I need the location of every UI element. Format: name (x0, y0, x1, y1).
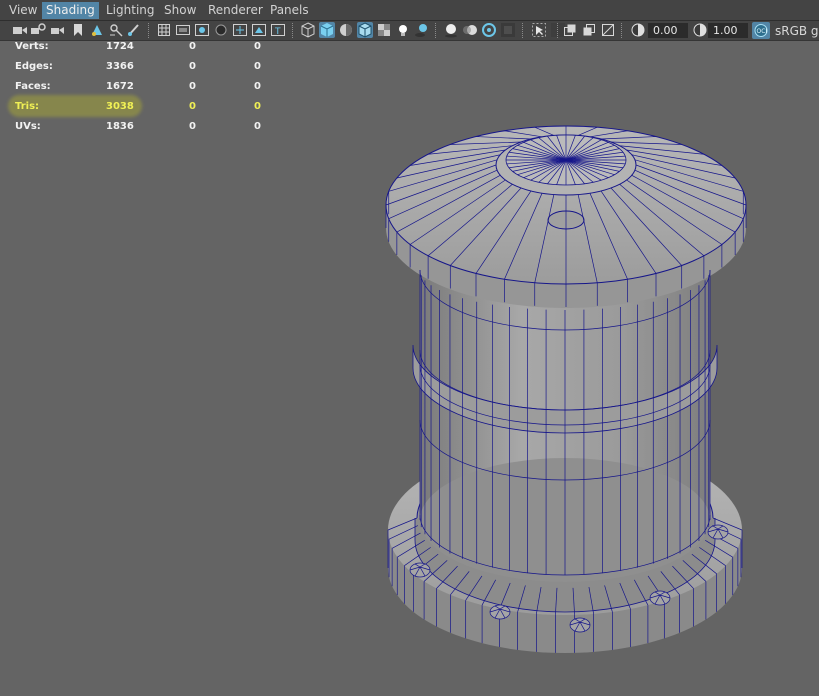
image-plane-icon[interactable] (108, 22, 124, 38)
hud-value: 1672 (106, 81, 134, 92)
hud-label: Verts: (15, 41, 49, 52)
field-chart-icon[interactable] (232, 22, 248, 38)
toolbar-separator (292, 23, 295, 38)
wireframe-on-shaded-icon[interactable] (357, 22, 373, 38)
poly-count-hud: Verts: 1724 0 0 Edges: 3366 0 0 Faces: 1… (0, 40, 300, 140)
hud-label: UVs: (15, 121, 41, 132)
hud-row-edges: Edges: 3366 0 0 (0, 61, 300, 77)
isolate-select-icon[interactable] (531, 22, 547, 38)
toolbar-separator (435, 23, 438, 38)
color-management-icon[interactable]: OCI (752, 22, 770, 39)
smooth-shade-icon[interactable] (319, 22, 335, 38)
hud-triangulated-value: 0 (254, 41, 261, 52)
hud-value: 1724 (106, 41, 134, 52)
hud-triangulated-value: 0 (254, 81, 261, 92)
hud-row-tris: Tris: 3038 0 0 (0, 101, 300, 117)
wireframe-icon[interactable] (300, 22, 316, 38)
use-all-lights-icon[interactable] (395, 22, 411, 38)
menu-lighting[interactable]: Lighting (102, 2, 159, 19)
hud-value: 3366 (106, 61, 134, 72)
hud-selected-value: 0 (189, 121, 196, 132)
backface-culling-icon[interactable] (600, 22, 616, 38)
menu-view[interactable]: View (5, 2, 41, 19)
textured-icon[interactable] (376, 22, 392, 38)
gamma-input[interactable]: 1.00 (708, 23, 748, 38)
image-plane-icon[interactable] (89, 22, 105, 38)
menu-shading[interactable]: Shading (42, 2, 99, 19)
hud-label: Faces: (15, 81, 51, 92)
hud-row-verts: Verts: 1724 0 0 (0, 41, 300, 57)
resolution-gate-icon[interactable] (194, 22, 210, 38)
safe-action-icon[interactable] (251, 22, 267, 38)
cylinder-mesh-wireframe[interactable] (380, 120, 760, 680)
hud-value: 1836 (106, 121, 134, 132)
image-plane-icon[interactable] (126, 22, 142, 38)
toolbar-separator (522, 23, 525, 38)
gamma-icon[interactable] (692, 22, 708, 38)
exposure-icon[interactable] (630, 22, 646, 38)
menu-show[interactable]: Show (160, 2, 200, 19)
hud-triangulated-value: 0 (254, 61, 261, 72)
hud-selected-value: 0 (189, 81, 196, 92)
menu-renderer[interactable]: Renderer (204, 2, 267, 19)
hud-label: Edges: (15, 61, 53, 72)
exposure-input[interactable]: 0.00 (648, 23, 688, 38)
svg-text:OCI: OCI (757, 28, 768, 35)
hud-row-faces: Faces: 1672 0 0 (0, 81, 300, 97)
camera-attributes-icon[interactable] (30, 22, 46, 38)
viewport-toolbar: T 0.00 1.00 OCI sRGB g (0, 21, 819, 41)
camera-select-icon[interactable] (12, 22, 28, 38)
safe-title-icon[interactable]: T (270, 22, 286, 38)
hud-selected-value: 0 (189, 101, 196, 112)
menu-panels[interactable]: Panels (266, 2, 313, 19)
colorspace-label[interactable]: sRGB ga (775, 23, 819, 39)
hud-value: 3038 (106, 101, 134, 112)
hud-triangulated-value: 0 (254, 101, 261, 112)
svg-text:T: T (274, 27, 281, 37)
bookmark-icon[interactable] (70, 22, 86, 38)
hud-label: Tris: (15, 101, 40, 112)
grid-icon[interactable] (156, 22, 172, 38)
gate-mask-icon[interactable] (213, 22, 229, 38)
default-material-icon[interactable] (338, 22, 354, 38)
multisample-aa-icon[interactable] (481, 22, 497, 38)
screen-space-ao-icon[interactable] (443, 22, 459, 38)
film-gate-icon[interactable] (175, 22, 191, 38)
hud-selected-value: 0 (189, 41, 196, 52)
motion-blur-icon[interactable] (462, 22, 478, 38)
xray-active-icon[interactable] (581, 22, 597, 38)
camera-attributes-icon[interactable] (50, 22, 66, 38)
shadows-icon[interactable] (414, 22, 430, 38)
hud-selected-value: 0 (189, 61, 196, 72)
xray-joints-icon[interactable] (562, 22, 578, 38)
viewport-menu-bar: View Shading Lighting Show Renderer Pane… (0, 0, 819, 21)
toolbar-separator (148, 23, 151, 38)
hud-row-uvs: UVs: 1836 0 0 (0, 121, 300, 137)
toolbar-separator (557, 23, 560, 38)
depth-of-field-icon[interactable] (500, 22, 516, 38)
toolbar-separator (621, 23, 624, 38)
hud-triangulated-value: 0 (254, 121, 261, 132)
